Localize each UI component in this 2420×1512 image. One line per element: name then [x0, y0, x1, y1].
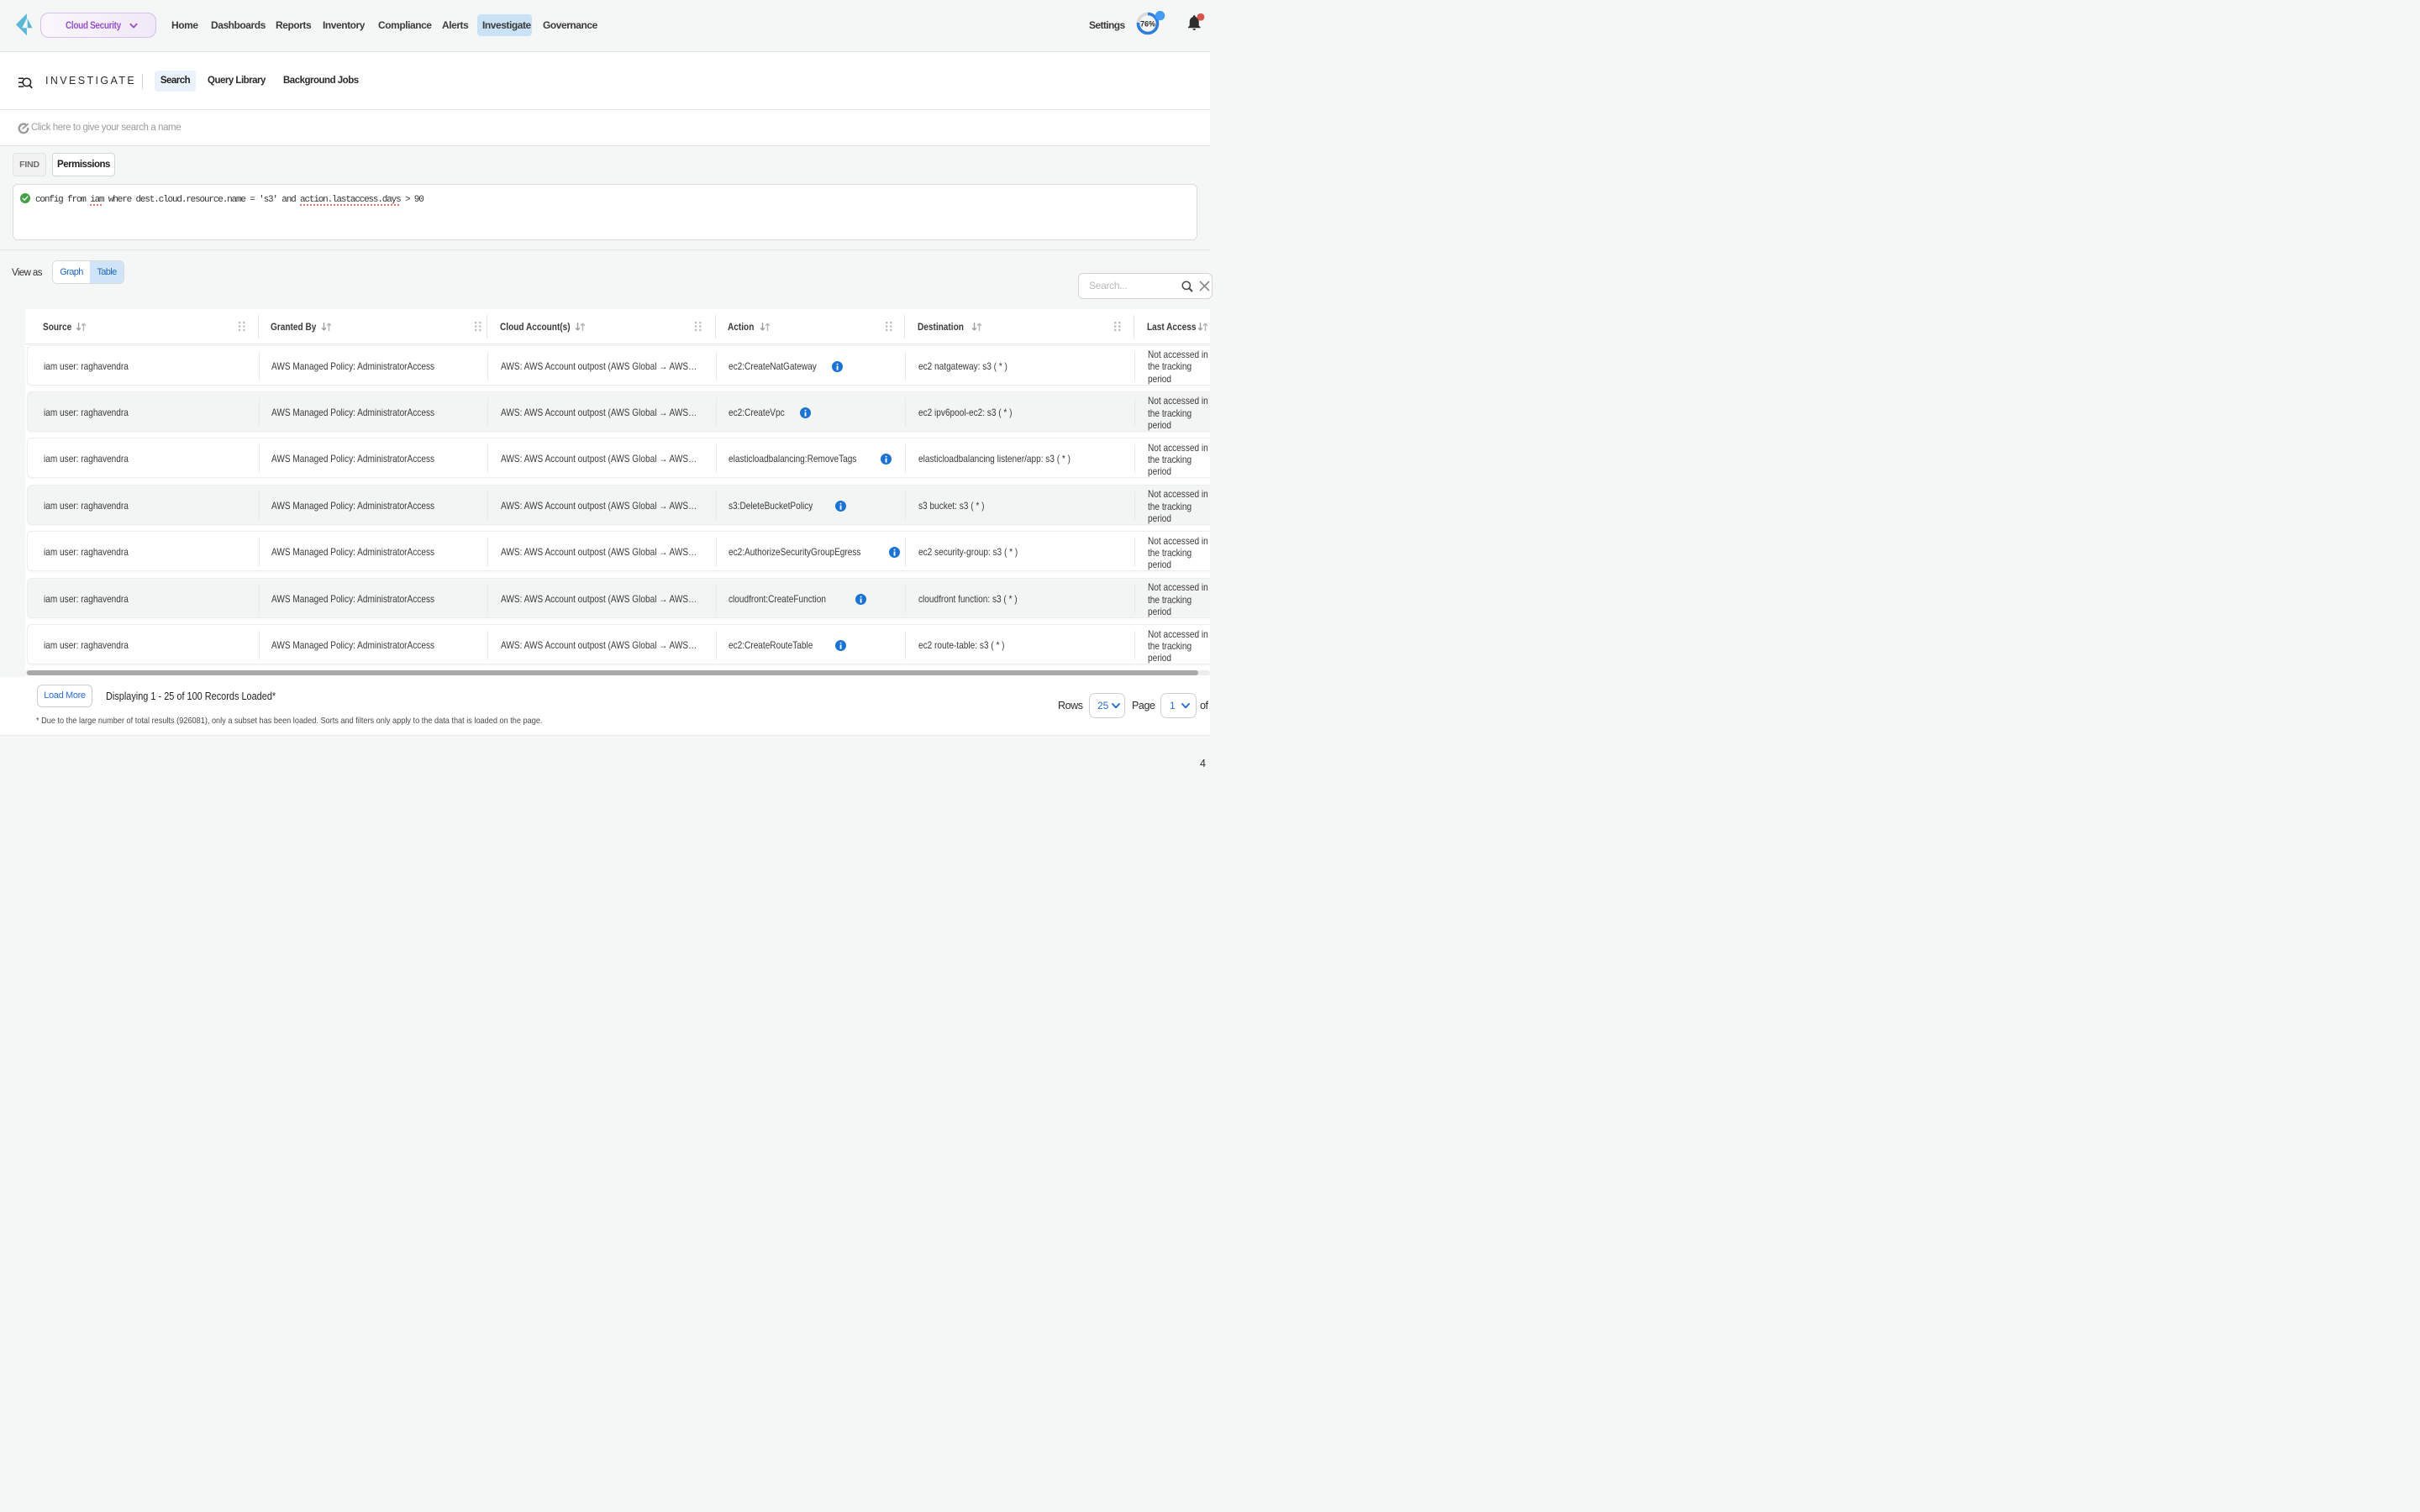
- svg-text:76%: 76%: [1140, 19, 1155, 28]
